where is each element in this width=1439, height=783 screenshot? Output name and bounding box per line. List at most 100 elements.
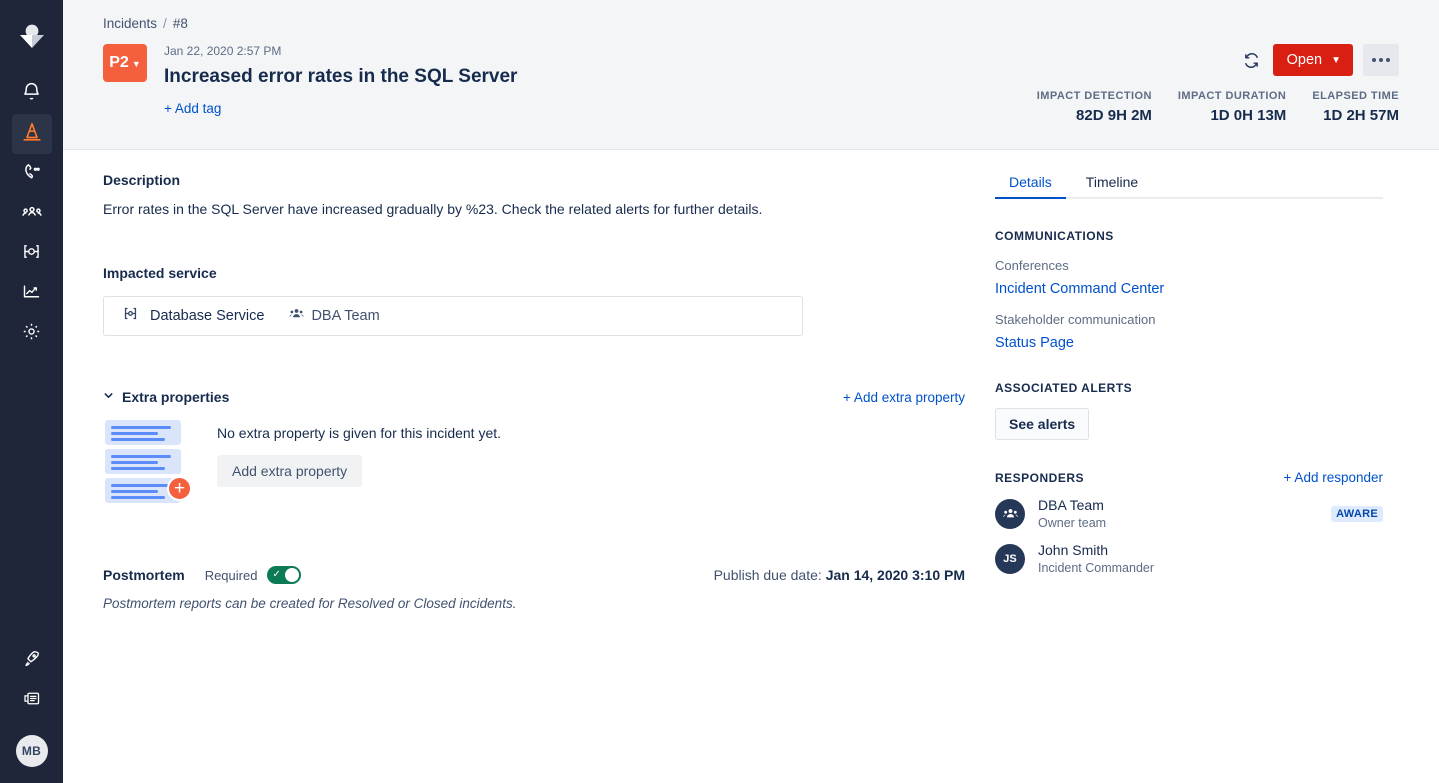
incident-detail-page: MB Incidents / #8 P2 ▼ Jan 22, 2020 2:57 P… [0,0,1439,783]
header-actions: Open ▼ [1241,44,1399,76]
more-actions-button[interactable] [1363,44,1399,76]
sidebar-item-docs[interactable] [12,681,52,721]
incident-content: Description Error rates in the SQL Serve… [63,150,983,782]
breadcrumb-incidents-link[interactable]: Incidents [103,16,157,31]
sidebar-item-teams[interactable] [12,194,52,234]
add-extra-property-button[interactable]: Add extra property [217,455,363,487]
refresh-icon[interactable] [1241,49,1263,71]
extra-properties-header: Extra properties + Add extra property [103,388,965,406]
ellipsis-dot [1379,58,1383,62]
metric-impact-detection: IMPACT DETECTION 82D 9H 2M [1037,90,1152,124]
illustration-line [111,426,171,429]
illustration-line [111,484,171,487]
phone-icon [21,161,42,187]
responder-info: John Smith Incident Commander [1038,542,1154,575]
metric-label: IMPACT DURATION [1177,90,1287,102]
sidebar-item-alerts[interactable] [12,74,52,114]
metric-value: 1D 0H 13M [1210,107,1287,124]
metric-impact-duration: IMPACT DURATION 1D 0H 13M [1178,90,1286,124]
people-icon [21,201,43,228]
see-alerts-button[interactable]: See alerts [995,408,1090,440]
chevron-down-icon: ▼ [1331,54,1341,66]
conference-link[interactable]: Incident Command Center [995,281,1399,297]
avatar[interactable]: MB [15,735,48,767]
traffic-cone-icon [21,121,43,148]
sidebar-item-settings[interactable] [12,314,52,354]
illustration-line [111,438,165,441]
illustration-line [111,467,165,470]
status-button[interactable]: Open ▼ [1272,44,1353,76]
tab-details[interactable]: Details [995,170,1066,199]
people-icon [289,306,304,326]
stakeholder-label: Stakeholder communication [995,312,1156,327]
illustration-line [111,461,158,464]
responder-role: Owner team [1038,516,1107,530]
page-title: Increased error rates in the SQL Server [164,66,518,87]
metric-value: 82D 9H 2M [1076,107,1152,124]
empty-state-body: No extra property is given for this inci… [217,420,501,505]
title-block: Jan 22, 2020 2:57 PM Increased error rat… [164,44,517,118]
description-heading: Description [103,172,181,188]
sidebar-item-incidents[interactable] [11,114,52,154]
ellipsis-dot [1386,58,1390,62]
tab-timeline[interactable]: Timeline [1072,170,1152,199]
impacted-service-section: Impacted service Database Service DBA Te… [103,265,943,336]
incident-header: Incidents / #8 P2 ▼ Jan 22, 2020 2:57 PM I… [63,0,1439,150]
priority-badge[interactable]: P2 ▼ [103,44,147,82]
service-icon [21,241,42,267]
illustration-card [105,449,181,474]
illustration-line [111,455,171,458]
rocket-icon [21,648,42,674]
toggle-knob [285,568,300,582]
metrics-row: IMPACT DETECTION 82D 9H 2M IMPACT DURATI… [1037,90,1399,124]
postmortem-row: Postmortem Required ✓ Publish due date: … [103,566,965,584]
service-team-name: DBA Team [311,308,380,324]
postmortem-required-toggle[interactable]: ✓ [267,566,302,584]
team-avatar [995,498,1025,529]
conferences-label: Conferences [995,258,1069,273]
bell-icon [21,81,42,107]
chart-line-icon [21,281,42,307]
status-label: Open [1286,52,1323,68]
sidebar-item-services[interactable] [12,234,52,274]
plus-icon: + [167,476,192,501]
impacted-service-box[interactable]: Database Service DBA Team [103,296,803,336]
empty-state-text: No extra property is given for this inci… [217,425,502,441]
main-area: Incidents / #8 P2 ▼ Jan 22, 2020 2:57 PM I… [63,0,1439,783]
breadcrumb-current[interactable]: #8 [173,16,188,31]
publish-due-label: Publish due date: [713,567,822,583]
add-extra-property-link[interactable]: + Add extra property [843,390,965,405]
extra-properties-toggle[interactable]: Extra properties [103,388,229,406]
responder-info: DBA Team Owner team [1038,497,1106,530]
details-pane: Details Timeline COMMUNICATIONS Conferen… [983,150,1439,782]
sidebar-item-analytics[interactable] [12,274,52,314]
responder-row[interactable]: DBA Team Owner team AWARE [995,497,1383,530]
postmortem-required-label: Required [204,567,258,583]
responder-row[interactable]: JS John Smith Incident Commander [995,542,1383,575]
opsgenie-logo-icon[interactable] [12,18,52,58]
illustration-line [111,432,158,435]
status-page-link[interactable]: Status Page [995,335,1399,351]
metric-label: IMPACT DETECTION [1036,90,1152,102]
status-badge: AWARE [1331,505,1383,522]
publish-due-value: Jan 14, 2020 3:10 PM [825,567,965,583]
responders-header: RESPONDERS + Add responder [995,470,1383,485]
illustration-line [111,496,165,499]
breadcrumb: Incidents / #8 [103,16,1399,31]
responders-heading: RESPONDERS [995,470,1085,485]
nav-bottom-group: MB [12,641,52,767]
sidebar-item-whats-new[interactable] [12,641,52,681]
service-icon [122,305,139,327]
add-responder-link[interactable]: + Add responder [1284,470,1383,485]
responder-name: DBA Team [1038,497,1104,513]
gear-icon [21,321,42,347]
user-avatar: JS [995,543,1025,574]
priority-label: P2 [109,54,129,71]
sidebar-item-on-call[interactable] [12,154,52,194]
check-icon: ✓ [272,569,281,580]
impacted-service-heading: Impacted service [103,265,217,281]
chevron-down-icon [103,388,114,406]
add-tag-link[interactable]: + Add tag [164,101,221,116]
document-icon [21,688,42,714]
empty-state-illustration: + [105,420,197,505]
